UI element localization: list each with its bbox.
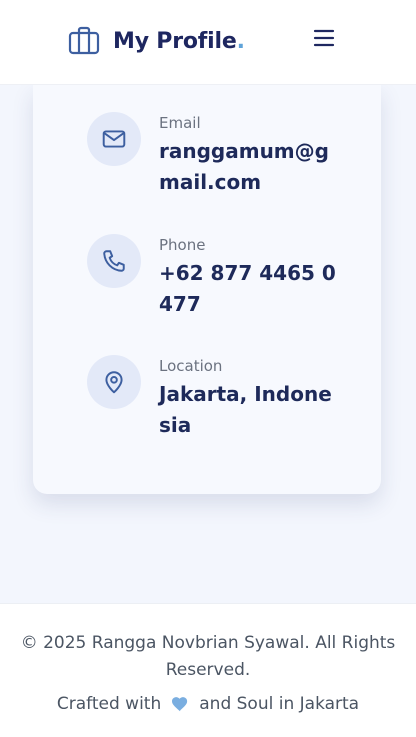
site-header: My Profile . [0, 0, 416, 85]
briefcase-icon [68, 25, 100, 57]
contact-card: Email ranggamum@gmail.com Phone +62 877 … [33, 85, 381, 494]
site-footer: © 2025 Rangga Novbrian Syawal. All Right… [0, 603, 416, 737]
crafted-line: Crafted with and Soul in Jakarta [0, 694, 416, 714]
map-pin-icon [87, 355, 141, 409]
page-title: My Profile [113, 28, 237, 54]
mail-icon [87, 112, 141, 166]
crafted-suffix: and Soul in Jakarta [199, 694, 360, 714]
brand[interactable]: My Profile . [68, 22, 245, 60]
contact-label: Email [159, 114, 201, 132]
hamburger-menu-icon [313, 29, 335, 51]
phone-icon [87, 234, 141, 288]
contact-value[interactable]: +62 877 4465 0477 [159, 258, 337, 320]
title-dot: . [236, 28, 245, 54]
contact-item-phone[interactable]: Phone +62 877 4465 0477 [87, 234, 347, 334]
main-content: Email ranggamum@gmail.com Phone +62 877 … [0, 85, 416, 603]
heart-icon [171, 696, 189, 712]
contact-label: Phone [159, 236, 206, 254]
contact-item-email[interactable]: Email ranggamum@gmail.com [87, 112, 347, 212]
contact-label: Location [159, 357, 223, 375]
contact-value[interactable]: ranggamum@gmail.com [159, 136, 337, 198]
contact-value: Jakarta, Indonesia [159, 382, 332, 437]
contact-item-location[interactable]: Location Jakarta, Indonesia [87, 355, 347, 455]
copyright-text: © 2025 Rangga Novbrian Syawal. All Right… [20, 633, 396, 680]
menu-button[interactable] [308, 24, 340, 56]
crafted-prefix: Crafted with [56, 694, 162, 714]
